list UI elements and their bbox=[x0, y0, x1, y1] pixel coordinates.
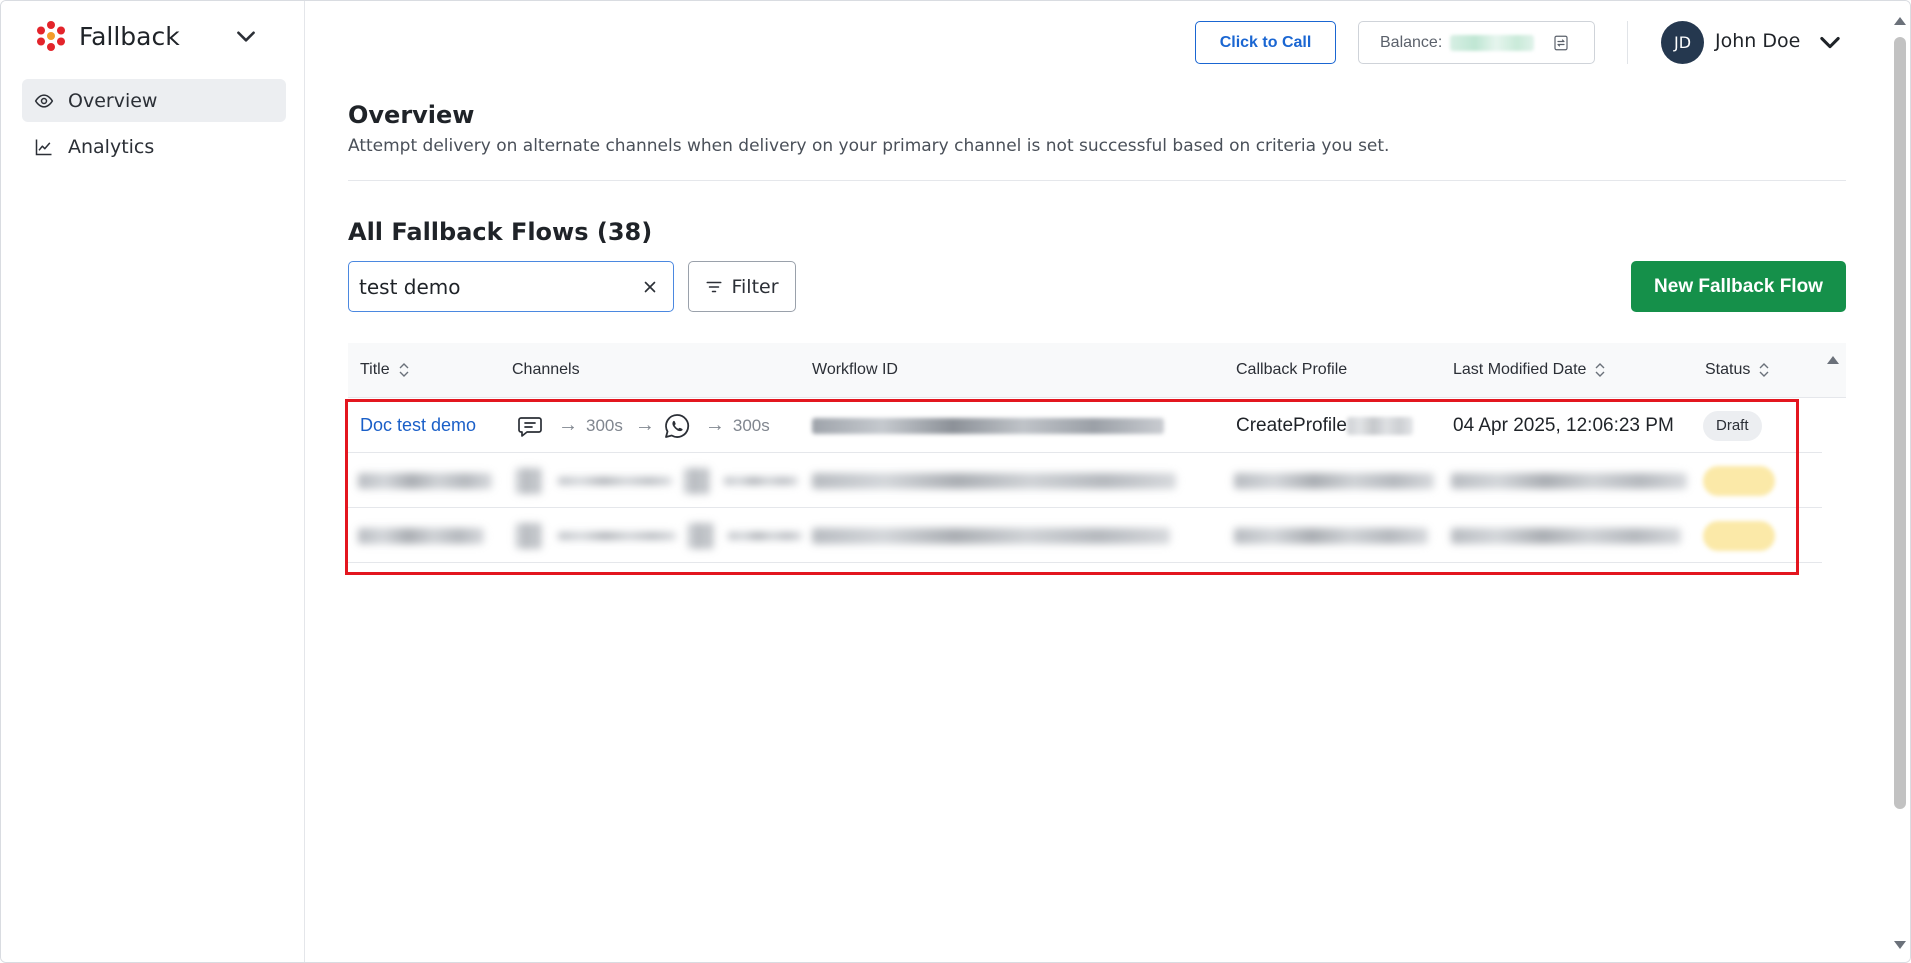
column-label: Title bbox=[360, 361, 390, 378]
column-label: Channels bbox=[512, 361, 580, 378]
section-title: All Fallback Flows (38) bbox=[348, 218, 653, 246]
workflow-id-redacted bbox=[812, 508, 1170, 563]
scroll-up-arrow-icon[interactable] bbox=[1893, 15, 1907, 27]
user-name[interactable]: John Doe bbox=[1715, 30, 1800, 52]
last-modified-date: 04 Apr 2025, 12:06:23 PM bbox=[1453, 414, 1674, 436]
filter-label: Filter bbox=[731, 275, 779, 298]
last-modified-redacted bbox=[1451, 453, 1687, 508]
channel-sequence-redacted bbox=[516, 453, 798, 508]
column-label: Last Modified Date bbox=[1453, 361, 1587, 378]
sidebar-item-label: Analytics bbox=[68, 135, 155, 158]
channel-sequence-redacted bbox=[516, 508, 802, 563]
column-header-callback-profile: Callback Profile bbox=[1236, 361, 1347, 379]
table-header: Title Channels Workflow ID Callback Prof… bbox=[348, 343, 1846, 398]
channel-sequence: → 300s → → 300s bbox=[516, 398, 770, 453]
sort-icon bbox=[399, 363, 409, 377]
column-header-last-modified[interactable]: Last Modified Date bbox=[1453, 361, 1606, 379]
column-header-title[interactable]: Title bbox=[360, 361, 410, 379]
arrow-right-icon: → bbox=[558, 414, 578, 436]
scroll-up-arrow-icon[interactable] bbox=[1825, 354, 1841, 366]
table-row[interactable]: Doc test demo → 300s → → 300s CreateProf… bbox=[348, 398, 1822, 453]
column-label: Workflow ID bbox=[812, 361, 898, 378]
avatar[interactable]: JD bbox=[1661, 21, 1704, 64]
chevron-down-icon[interactable] bbox=[233, 23, 259, 49]
callback-profile-redacted bbox=[1234, 453, 1434, 508]
eye-icon bbox=[34, 93, 54, 108]
channel-delay: 300s bbox=[586, 415, 623, 435]
page-title: Overview bbox=[348, 101, 475, 129]
callback-profile-redacted bbox=[1346, 416, 1413, 435]
flow-title-link[interactable]: Doc test demo bbox=[360, 398, 476, 453]
column-label: Status bbox=[1705, 361, 1751, 378]
flow-title-redacted[interactable] bbox=[358, 508, 484, 563]
callback-profile-text: CreateProfile bbox=[1236, 414, 1347, 436]
arrow-right-icon: → bbox=[634, 414, 655, 436]
scrollbar-thumb[interactable] bbox=[1894, 37, 1906, 809]
filter-icon bbox=[706, 281, 722, 292]
app-switcher[interactable]: Fallback bbox=[35, 17, 275, 55]
status-badge-redacted bbox=[1703, 453, 1775, 508]
sidebar-item-analytics[interactable]: Analytics bbox=[22, 125, 286, 168]
table-row[interactable] bbox=[348, 508, 1822, 563]
divider bbox=[348, 180, 1846, 181]
click-to-call-button[interactable]: Click to Call bbox=[1195, 21, 1336, 64]
balance-display: Balance: bbox=[1358, 21, 1595, 64]
column-header-channels: Channels bbox=[512, 361, 580, 379]
flow-title[interactable]: Doc test demo bbox=[360, 415, 476, 436]
balance-value-redacted bbox=[1450, 34, 1535, 51]
status-badge-redacted bbox=[1703, 508, 1775, 563]
last-modified-redacted bbox=[1451, 508, 1681, 563]
fallback-logo-icon bbox=[37, 21, 65, 51]
page-description: Attempt delivery on alternate channels w… bbox=[348, 136, 1390, 156]
column-header-status[interactable]: Status bbox=[1705, 361, 1770, 379]
search-box bbox=[348, 261, 674, 312]
sort-icon bbox=[1595, 363, 1605, 377]
chevron-down-icon[interactable] bbox=[1816, 28, 1844, 56]
balance-label: Balance: bbox=[1380, 33, 1443, 51]
sidebar: Fallback Overview Analytics bbox=[1, 1, 305, 962]
scroll-down-arrow-icon[interactable] bbox=[1893, 939, 1907, 951]
table-row[interactable] bbox=[348, 453, 1822, 508]
sidebar-item-overview[interactable]: Overview bbox=[22, 79, 286, 122]
arrow-right-icon: → bbox=[704, 414, 725, 436]
sort-icon bbox=[1759, 363, 1769, 377]
workflow-id-redacted bbox=[812, 398, 1164, 453]
close-icon[interactable] bbox=[641, 278, 659, 296]
new-fallback-flow-button[interactable]: New Fallback Flow bbox=[1631, 261, 1846, 312]
sidebar-item-label: Overview bbox=[68, 89, 158, 112]
search-input[interactable] bbox=[359, 272, 629, 302]
status-badge: Draft bbox=[1703, 398, 1762, 453]
channel-delay: 300s bbox=[732, 415, 770, 435]
line-chart-icon bbox=[35, 139, 52, 155]
whatsapp-icon bbox=[664, 413, 689, 438]
refresh-balance-icon[interactable] bbox=[1552, 34, 1570, 52]
callback-profile: CreateProfile bbox=[1236, 398, 1413, 453]
app-window: Fallback Overview Analytics Click to Cal… bbox=[0, 0, 1911, 963]
callback-profile-redacted bbox=[1234, 508, 1428, 563]
flow-title-redacted[interactable] bbox=[358, 453, 492, 508]
app-name: Fallback bbox=[79, 21, 180, 51]
status-badge-label: Draft bbox=[1703, 410, 1762, 441]
column-label: Callback Profile bbox=[1236, 361, 1348, 378]
workflow-id-redacted bbox=[812, 453, 1176, 508]
filter-button[interactable]: Filter bbox=[688, 261, 796, 312]
sms-chat-icon bbox=[518, 416, 542, 437]
column-header-workflow-id: Workflow ID bbox=[812, 361, 898, 379]
header-divider bbox=[1627, 21, 1628, 64]
